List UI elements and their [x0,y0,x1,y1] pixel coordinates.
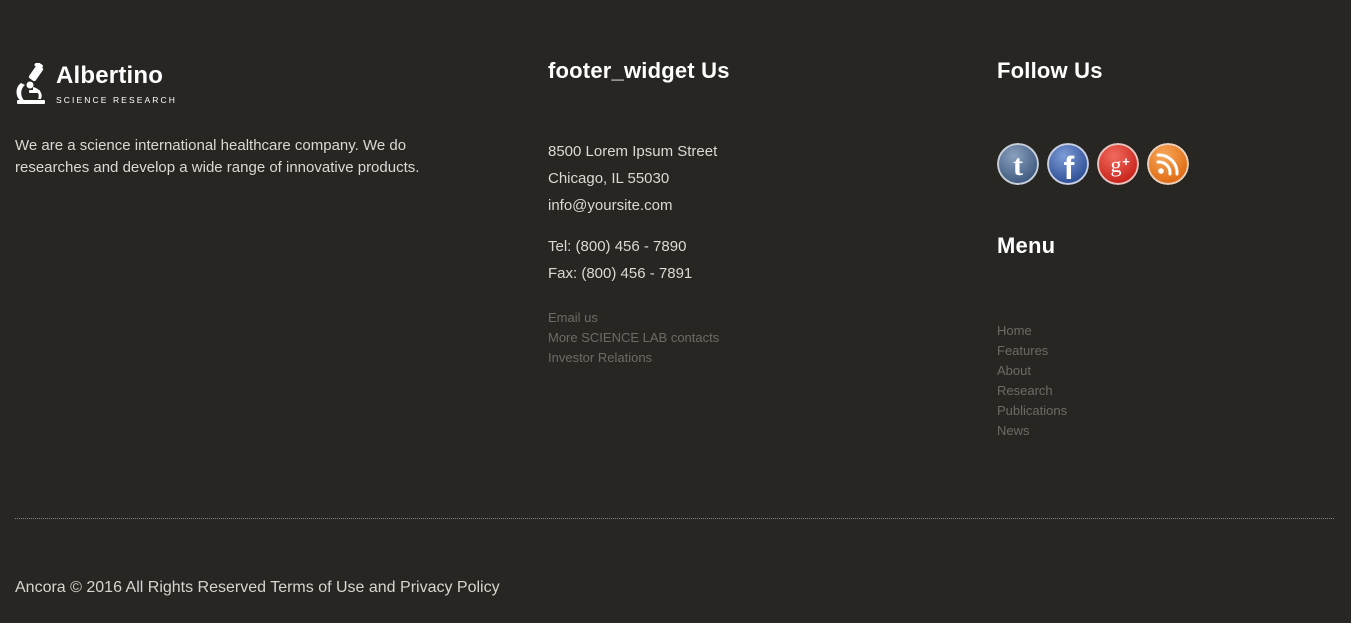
copyright-and: and [364,579,401,596]
phone-block: Tel: (800) 456 - 7890 Fax: (800) 456 - 7… [548,233,948,287]
footer-divider [15,518,1334,519]
copyright-text: Ancora © 2016 All Rights Reserved [15,579,271,596]
google-plus-icon[interactable]: g + [1097,143,1139,185]
address-city: Chicago, IL 55030 [548,170,670,187]
facebook-icon[interactable]: f [1047,143,1089,185]
contact-links: Email us More SCIENCE LAB contacts Inves… [548,308,948,368]
phone-fax: Fax: (800) 456 - 7891 [548,265,693,282]
about-text: We are a science international healthcar… [15,137,420,176]
address-block: 8500 Lorem Ipsum Street Chicago, IL 5503… [548,138,948,219]
microscope-icon [16,63,45,104]
more-contacts-link[interactable]: More SCIENCE LAB contacts [548,328,948,348]
footer-contact-column: footer_widget Us 8500 Lorem Ipsum Street… [548,56,948,368]
menu-title: Menu [997,233,1056,258]
menu-item-research[interactable]: Research [997,381,1337,401]
phone-tel: Tel: (800) 456 - 7890 [548,238,687,255]
svg-text:t: t [1013,149,1023,182]
tumblr-icon[interactable]: t [997,143,1039,185]
menu-item-publications[interactable]: Publications [997,401,1337,421]
address-email[interactable]: info@yoursite.com [548,192,948,219]
menu-item-features[interactable]: Features [997,341,1337,361]
svg-text:f: f [1064,150,1075,185]
copyright: Ancora © 2016 All Rights Reserved Terms … [15,579,500,597]
investor-relations-link[interactable]: Investor Relations [548,348,948,368]
rss-icon[interactable] [1147,143,1189,185]
privacy-link[interactable]: Privacy Policy [400,579,500,596]
brand-tagline: SCIENCE RESEARCH [56,95,177,105]
menu-item-home[interactable]: Home [997,321,1337,341]
follow-title: Follow Us [997,58,1103,83]
menu-item-about[interactable]: About [997,361,1337,381]
social-icons: t f g + [997,143,1337,185]
email-us-link[interactable]: Email us [548,308,948,328]
svg-text:g: g [1111,152,1122,177]
address-street: 8500 Lorem Ipsum Street [548,143,718,160]
footer-social-column: Follow Us t f g + Menu Home Features Abo… [997,56,1337,441]
svg-text:+: + [1122,154,1130,169]
menu-item-news[interactable]: News [997,421,1337,441]
logo[interactable]: Albertino SCIENCE RESEARCH [15,62,465,105]
brand-name: Albertino [56,62,164,89]
footer-menu: Home Features About Research Publication… [997,321,1337,441]
terms-link[interactable]: Terms of Use [270,579,364,596]
footer-brand-column: Albertino SCIENCE RESEARCH We are a scie… [15,62,465,179]
contact-widget-title: footer_widget Us [548,58,730,83]
